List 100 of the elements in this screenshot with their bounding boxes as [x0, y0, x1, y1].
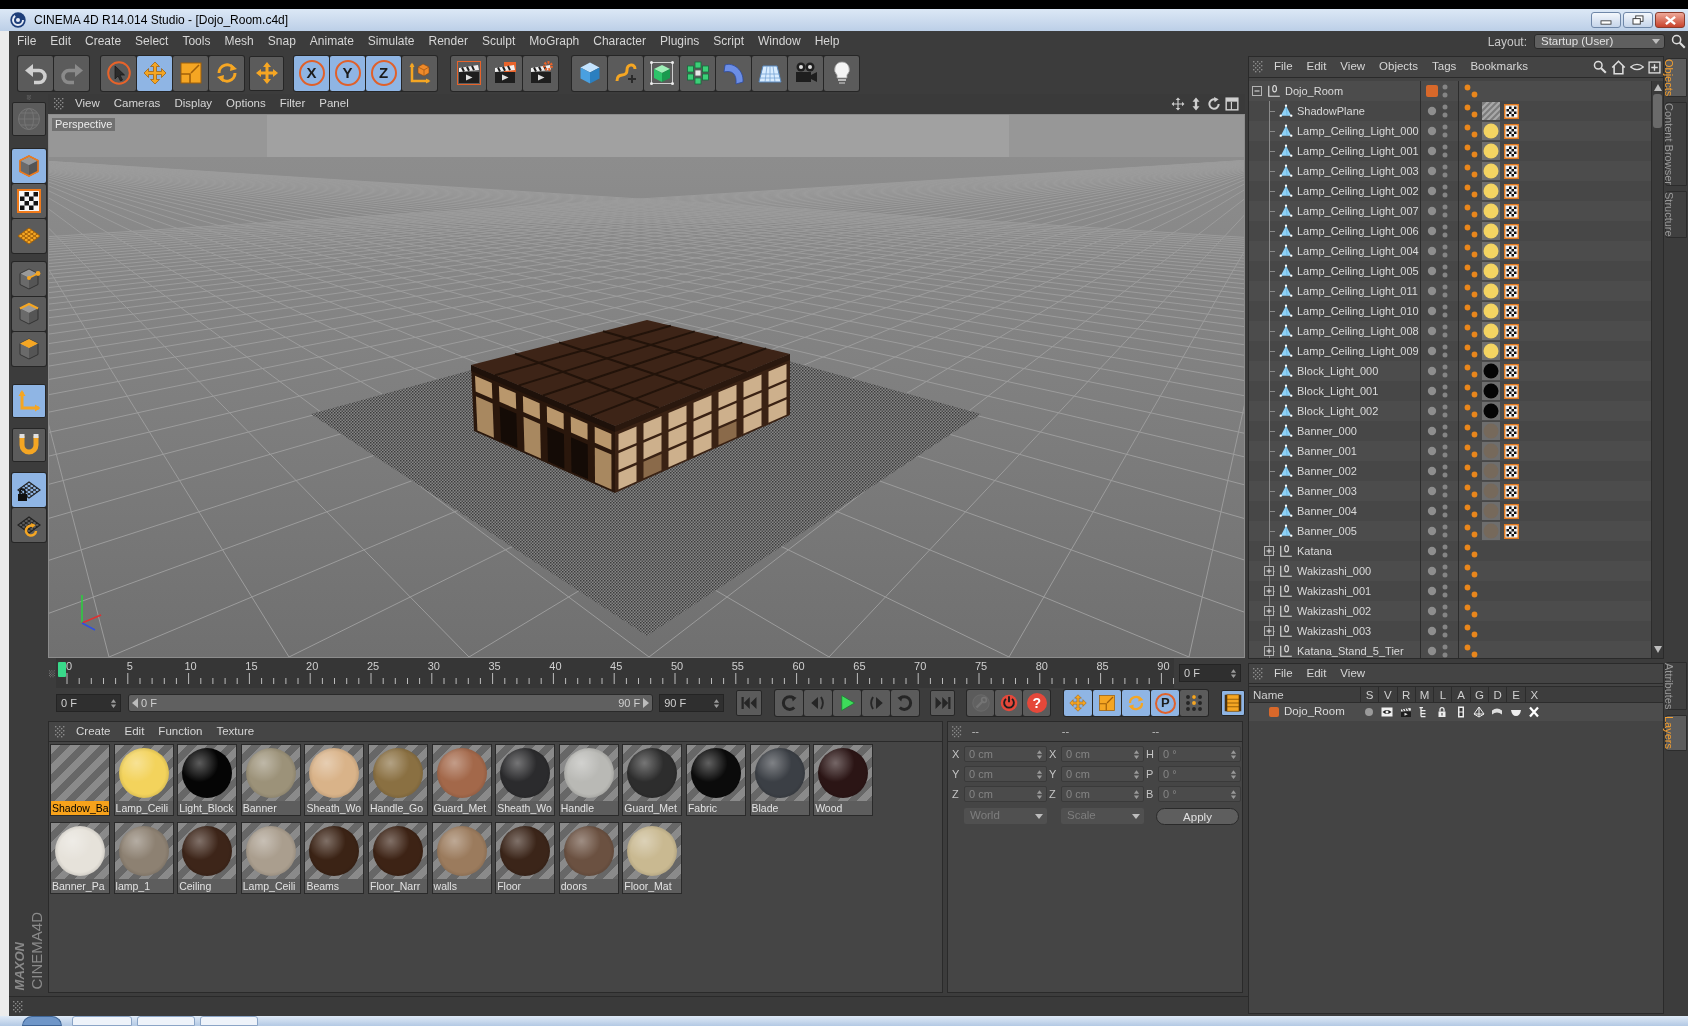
- dot-icon[interactable]: [1427, 446, 1437, 456]
- dot-icon[interactable]: [1427, 366, 1437, 376]
- cloner-button[interactable]: [680, 55, 715, 91]
- checker-tile-icon[interactable]: [1504, 443, 1519, 459]
- taskbar-button[interactable]: [72, 1016, 132, 1026]
- vertical-dots-icon[interactable]: [1442, 404, 1448, 418]
- plus-box-icon[interactable]: [1264, 626, 1274, 636]
- menu-item[interactable]: Simulate: [360, 31, 422, 52]
- diagonal-dots-icon[interactable]: [1464, 204, 1478, 218]
- dot-icon[interactable]: [1427, 286, 1437, 296]
- vertical-dots-icon[interactable]: [1442, 364, 1448, 378]
- object-row[interactable]: Dojo_Room: [1249, 81, 1651, 101]
- diagonal-dots-icon[interactable]: [1464, 184, 1478, 198]
- menu-item[interactable]: File: [10, 31, 44, 52]
- checker-tile-icon[interactable]: [1504, 403, 1519, 419]
- position-key-button[interactable]: [1064, 690, 1093, 716]
- material-tile[interactable]: Floor_Narr: [367, 822, 428, 894]
- object-row[interactable]: Lamp_Ceiling_Light_008: [1249, 321, 1651, 341]
- polygons-mode-button[interactable]: [11, 332, 46, 366]
- minus-box-icon[interactable]: [1252, 86, 1262, 96]
- floor-button[interactable]: [752, 55, 787, 91]
- menu-item[interactable]: Texture: [209, 722, 262, 741]
- frame-field[interactable]: 90 F: [659, 694, 725, 712]
- dot-icon[interactable]: [1427, 206, 1437, 216]
- menu-item[interactable]: Edit: [43, 31, 79, 52]
- menu-item[interactable]: Edit: [1299, 58, 1334, 76]
- parameter-key-button[interactable]: P: [1151, 690, 1180, 716]
- render-picture-viewer-button[interactable]: [487, 55, 522, 91]
- column-header[interactable]: S: [1360, 687, 1379, 702]
- material-tile[interactable]: Light_Block: [177, 744, 238, 816]
- vertical-dots-icon[interactable]: [1442, 504, 1448, 518]
- deformer-button[interactable]: [716, 55, 751, 91]
- material-tile[interactable]: Handle_Go: [367, 744, 428, 816]
- menu-item[interactable]: Options: [219, 95, 273, 113]
- workplane-sync-button[interactable]: [11, 508, 46, 542]
- restore-button[interactable]: [1623, 12, 1653, 28]
- points-mode-button[interactable]: [11, 262, 46, 296]
- clapperboard-icon[interactable]: [1399, 706, 1412, 718]
- vertical-dots-icon[interactable]: [1442, 344, 1448, 358]
- checker-tile-icon[interactable]: [1504, 223, 1519, 239]
- sphere-swatch-icon[interactable]: [1482, 202, 1500, 220]
- taskbar-button[interactable]: [137, 1016, 195, 1026]
- vertical-dots-icon[interactable]: [1442, 244, 1448, 258]
- diagonal-dots-icon[interactable]: [1464, 484, 1478, 498]
- menu-item[interactable]: Display: [167, 95, 220, 113]
- checker-tile-icon[interactable]: [1504, 123, 1519, 139]
- dot-icon[interactable]: [1427, 426, 1437, 436]
- dot-icon[interactable]: [1427, 266, 1437, 276]
- material-tile[interactable]: Handle: [558, 744, 619, 816]
- play-button[interactable]: [832, 690, 861, 716]
- material-tile[interactable]: doors: [558, 822, 619, 894]
- axis-mode-button[interactable]: [11, 384, 46, 418]
- sphere-swatch-icon[interactable]: [1482, 442, 1500, 460]
- diagonal-dots-icon[interactable]: [1464, 464, 1478, 478]
- menu-item[interactable]: Animate: [302, 31, 361, 52]
- vertical-dots-icon[interactable]: [1442, 544, 1448, 558]
- rotation-key-button[interactable]: [1122, 690, 1151, 716]
- sphere-swatch-icon[interactable]: [1482, 142, 1500, 160]
- texture-mode-button[interactable]: [11, 184, 46, 218]
- checker-tile-icon[interactable]: [1504, 283, 1519, 299]
- vertical-dots-icon[interactable]: [1442, 164, 1448, 178]
- vertical-dots-icon[interactable]: [1442, 264, 1448, 278]
- grip-icon[interactable]: [952, 725, 962, 738]
- dot-icon[interactable]: [1427, 386, 1437, 396]
- scrollbar-track[interactable]: [1651, 81, 1663, 658]
- material-tile[interactable]: walls: [431, 822, 492, 894]
- sphere-swatch-icon[interactable]: [1482, 462, 1500, 480]
- column-header[interactable]: X: [1524, 687, 1543, 702]
- dot-icon[interactable]: [1427, 526, 1437, 536]
- light-button[interactable]: [824, 55, 859, 91]
- menu-item[interactable]: Bookmarks: [1463, 58, 1535, 76]
- close-button[interactable]: [1655, 12, 1685, 28]
- model-mode-button[interactable]: [11, 149, 46, 183]
- menu-item[interactable]: File: [1267, 664, 1300, 683]
- grip-icon[interactable]: [1253, 61, 1263, 73]
- diagonal-dots-icon[interactable]: [1464, 284, 1478, 298]
- menu-item[interactable]: Sculpt: [474, 31, 523, 52]
- diagonal-dots-icon[interactable]: [1464, 404, 1478, 418]
- vertical-dots-icon[interactable]: [1442, 384, 1448, 398]
- diagonal-dots-icon[interactable]: [1464, 244, 1478, 258]
- diagonal-dots-icon[interactable]: [1464, 624, 1478, 638]
- keyframe-selection-button[interactable]: ?: [1023, 690, 1051, 716]
- dot-icon[interactable]: [1427, 486, 1437, 496]
- dot-icon[interactable]: [1427, 606, 1437, 616]
- material-tile[interactable]: Wood: [813, 744, 874, 816]
- sphere-swatch-icon[interactable]: [1482, 402, 1500, 420]
- vertical-dots-icon[interactable]: [1442, 424, 1448, 438]
- checker-tile-icon[interactable]: [1504, 303, 1519, 319]
- menu-item[interactable]: Function: [151, 722, 210, 741]
- vertical-dots-icon[interactable]: [1442, 224, 1448, 238]
- scale-key-button[interactable]: [1093, 690, 1122, 716]
- sphere-swatch-icon[interactable]: [1482, 282, 1500, 300]
- scrollbar-thumb[interactable]: [1653, 94, 1662, 128]
- menu-item[interactable]: Tools: [175, 31, 218, 52]
- material-tile[interactable]: Beams: [304, 822, 365, 894]
- workplane-mode-button[interactable]: [11, 219, 46, 253]
- menu-item[interactable]: Mesh: [217, 31, 261, 52]
- circular-arrow-icon[interactable]: [1207, 97, 1221, 111]
- edges-mode-button[interactable]: [11, 297, 46, 331]
- menu-item[interactable]: Panel: [312, 95, 356, 113]
